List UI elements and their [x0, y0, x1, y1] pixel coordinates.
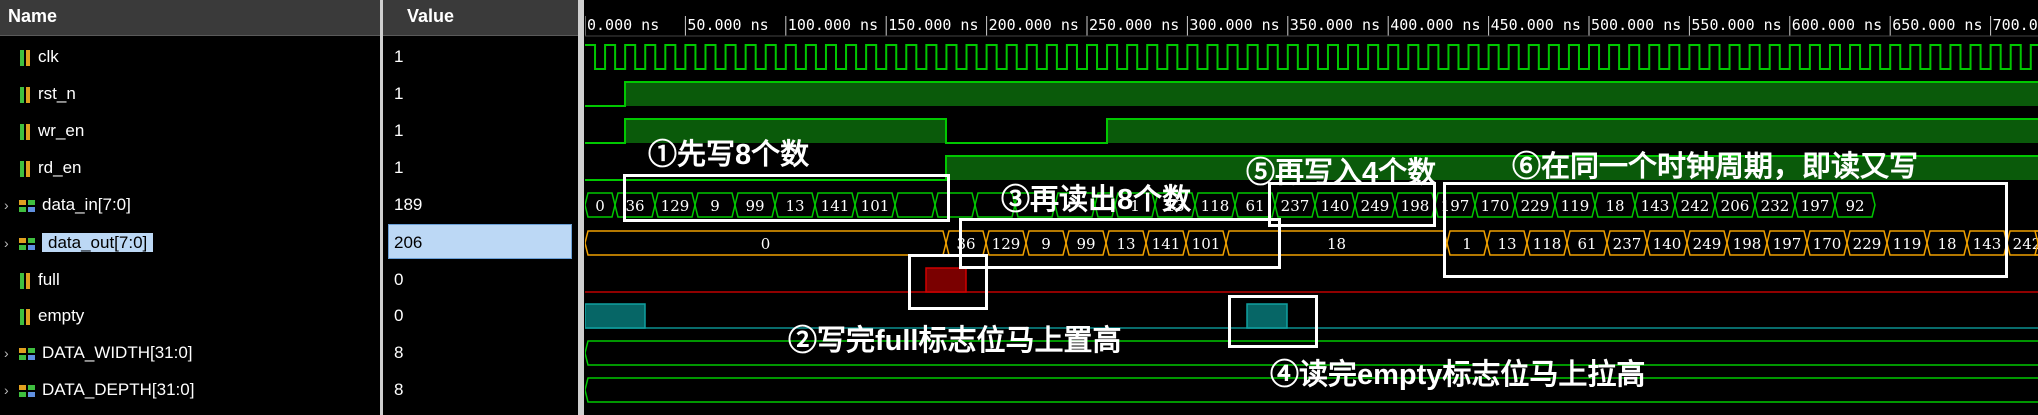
- signal-name: clk: [38, 47, 59, 66]
- ruler-label: 150.000 ns: [888, 16, 978, 34]
- signal-name: wr_en: [38, 121, 85, 140]
- signal-name: data_out[7:0]: [42, 233, 154, 252]
- bus-signal-icon: [19, 237, 35, 250]
- data-out-wave-label: 18: [1327, 235, 1346, 253]
- data-out-wave-label: 242: [2013, 235, 2038, 253]
- bus-signal-icon: [19, 199, 35, 212]
- bus-signal-icon: [19, 347, 35, 360]
- bit-signal-icon: [18, 49, 32, 67]
- ruler-label: 400.000 ns: [1390, 16, 1480, 34]
- bit-signal-icon: [18, 160, 32, 178]
- ruler-label: 0.000 ns: [587, 16, 659, 34]
- expand-chevron-icon[interactable]: ›: [4, 187, 18, 224]
- annotation-text-3: ③再读出8个数: [1001, 184, 1192, 216]
- signal-row-data-out[interactable]: › data_out[7:0]: [4, 224, 154, 262]
- signal-value-wr-en[interactable]: 1: [394, 112, 403, 149]
- signal-name: DATA_DEPTH[31:0]: [42, 380, 195, 399]
- bit-signal-icon: [18, 272, 32, 290]
- data-in-wave-label: 118: [1201, 197, 1230, 215]
- signal-value-clk[interactable]: 1: [394, 38, 403, 75]
- ruler-label: 350.000 ns: [1290, 16, 1380, 34]
- annotation-box-1: [623, 174, 950, 222]
- signal-row-data-width[interactable]: › DATA_WIDTH[31:0]: [4, 334, 193, 371]
- ruler-label: 550.000 ns: [1691, 16, 1781, 34]
- data-in-wave-label: 0: [595, 197, 605, 215]
- annotation-box-6: [1443, 182, 2008, 278]
- ruler-label: 200.000 ns: [989, 16, 1079, 34]
- rst-n-wave-fill: [625, 82, 2038, 106]
- ruler-label: 250.000 ns: [1089, 16, 1179, 34]
- signal-row-clk[interactable]: clk: [4, 38, 59, 75]
- bit-signal-icon: [18, 308, 32, 326]
- ruler-label: 600.000 ns: [1792, 16, 1882, 34]
- name-header-label: Name: [8, 6, 58, 26]
- ruler-label: 700.00: [1993, 16, 2038, 34]
- ruler-label: 50.000 ns: [687, 16, 768, 34]
- ruler-label: 500.000 ns: [1591, 16, 1681, 34]
- signal-row-rd-en[interactable]: rd_en: [4, 149, 81, 186]
- signal-row-data-depth[interactable]: › DATA_DEPTH[31:0]: [4, 371, 194, 408]
- bit-signal-icon: [18, 86, 32, 104]
- signal-name: rst_n: [38, 84, 76, 103]
- column-divider-2[interactable]: [578, 0, 584, 415]
- expand-chevron-icon[interactable]: ›: [4, 225, 18, 262]
- signal-name: full: [38, 270, 60, 289]
- ruler-label: 300.000 ns: [1189, 16, 1279, 34]
- signal-row-rst-n[interactable]: rst_n: [4, 75, 76, 112]
- empty-wave-high-1: [585, 303, 646, 329]
- expand-chevron-icon[interactable]: ›: [4, 372, 18, 409]
- bit-signal-icon: [18, 123, 32, 141]
- annotation-text-2: ②写完full标志位马上置高: [788, 325, 1122, 357]
- data-out-wave-label: 0: [761, 235, 771, 253]
- signal-name: data_in[7:0]: [42, 195, 131, 214]
- signal-row-data-in[interactable]: › data_in[7:0]: [4, 186, 131, 223]
- signal-name: DATA_WIDTH[31:0]: [42, 343, 193, 362]
- annotation-box-3: [959, 218, 1281, 269]
- signal-value-empty[interactable]: 0: [394, 297, 403, 334]
- annotation-box-4: [1228, 295, 1318, 348]
- signal-value-rd-en[interactable]: 1: [394, 149, 403, 186]
- annotation-text-5: ⑤再写入4个数: [1246, 157, 1437, 189]
- expand-chevron-icon[interactable]: ›: [4, 335, 18, 372]
- signal-value-data-depth[interactable]: 8: [394, 371, 403, 408]
- value-column-header[interactable]: Value: [383, 0, 578, 36]
- signal-row-full[interactable]: full: [4, 261, 60, 298]
- signal-name: empty: [38, 306, 85, 325]
- ruler-label: 450.000 ns: [1491, 16, 1581, 34]
- wr-en-wave-fill: [1107, 119, 2038, 143]
- signal-value-data-width[interactable]: 8: [394, 334, 403, 371]
- name-column-header[interactable]: Name: [0, 0, 380, 36]
- annotation-text-4: ④读完empty标志位马上拉高: [1270, 359, 1646, 391]
- signal-value-data-out[interactable]: 206: [394, 224, 422, 261]
- bus-signal-icon: [19, 384, 35, 397]
- annotation-text-6: ⑥在同一个时钟周期，即读又写: [1512, 151, 1919, 183]
- signal-row-empty[interactable]: empty: [4, 297, 84, 334]
- signal-value-rst-n[interactable]: 1: [394, 75, 403, 112]
- ruler-label: 100.000 ns: [788, 16, 878, 34]
- value-header-label: Value: [407, 6, 455, 26]
- annotation-text-1: ①先写8个数: [648, 139, 810, 171]
- signal-name: rd_en: [38, 158, 82, 177]
- signal-value-full[interactable]: 0: [394, 261, 403, 298]
- clk-wave: [585, 44, 2038, 70]
- data-in-wave-label: 61: [1245, 197, 1264, 215]
- ruler-label: 650.000 ns: [1892, 16, 1982, 34]
- signal-row-wr-en[interactable]: wr_en: [4, 112, 84, 149]
- signal-value-data-in[interactable]: 189: [394, 186, 422, 223]
